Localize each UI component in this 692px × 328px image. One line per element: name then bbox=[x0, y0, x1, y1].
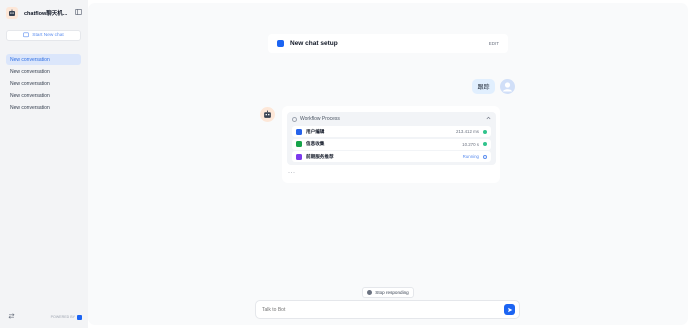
conversation-item[interactable]: New conversation bbox=[6, 91, 81, 102]
message-input[interactable] bbox=[262, 306, 504, 313]
workflow-node[interactable]: 前期服务推荐 Running bbox=[292, 151, 491, 162]
send-icon bbox=[507, 307, 512, 312]
llm-node-icon bbox=[296, 141, 302, 147]
powered-by: POWERED BY bbox=[50, 314, 82, 320]
bot-answer: Workflow Process 用户编辑 213.412 ms 信息收集 10… bbox=[282, 106, 500, 183]
node-running-status: Running bbox=[462, 154, 479, 159]
stop-responding-label: Stop responding bbox=[375, 290, 409, 295]
conversation-label: New conversation bbox=[10, 80, 50, 87]
app-brand: chatflow聊天机... bbox=[6, 7, 82, 19]
workflow-process: Workflow Process 用户编辑 213.412 ms 信息收集 10… bbox=[287, 112, 496, 165]
conversation-list: New conversation New conversation New co… bbox=[6, 54, 81, 115]
app-name: chatflow聊天机... bbox=[24, 11, 68, 17]
chat-setup-card: New chat setup EDIT bbox=[268, 34, 508, 53]
bot-avatar bbox=[260, 107, 275, 122]
node-duration: 10.270 s bbox=[462, 141, 479, 147]
sidebar-footer: POWERED BY bbox=[8, 313, 82, 321]
chat-panel: New chat setup EDIT 跟踪 Workflow Process … bbox=[88, 3, 688, 325]
stop-icon bbox=[367, 290, 373, 295]
sidebar: chatflow聊天机... Start New chat New conver… bbox=[0, 0, 88, 328]
sidebar-toggle-icon[interactable] bbox=[75, 9, 82, 17]
conversation-item[interactable]: New conversation bbox=[6, 66, 81, 77]
start-new-chat-button[interactable]: Start New chat bbox=[6, 30, 81, 41]
platform-logo-icon bbox=[77, 314, 82, 320]
loading-spinner-icon bbox=[292, 116, 297, 122]
stop-responding-button[interactable]: Stop responding bbox=[362, 287, 414, 298]
start-new-chat-label: Start New chat bbox=[32, 33, 64, 38]
chat-plus-icon bbox=[23, 32, 30, 40]
chevron-up-icon[interactable] bbox=[486, 116, 491, 122]
conversation-item[interactable]: New conversation bbox=[6, 103, 81, 114]
success-status-icon bbox=[483, 129, 487, 134]
switch-icon[interactable] bbox=[8, 313, 15, 321]
powered-by-label: POWERED BY bbox=[50, 315, 75, 319]
conversation-item[interactable]: New conversation bbox=[6, 54, 81, 65]
message-composer bbox=[255, 300, 520, 319]
workflow-header[interactable]: Workflow Process bbox=[287, 112, 496, 126]
user-message: 跟踪 bbox=[472, 79, 495, 94]
code-node-icon bbox=[296, 153, 302, 160]
conversation-label: New conversation bbox=[10, 93, 50, 100]
user-avatar bbox=[500, 79, 515, 94]
workflow-title: Workflow Process bbox=[300, 116, 340, 122]
running-status-icon bbox=[483, 154, 487, 159]
node-name: 用户编辑 bbox=[306, 128, 325, 134]
conversation-label: New conversation bbox=[10, 105, 50, 112]
setup-icon bbox=[277, 40, 284, 47]
workflow-node[interactable]: 信息收集 10.270 s bbox=[292, 138, 491, 150]
node-name: 前期服务推荐 bbox=[306, 153, 334, 159]
typing-indicator: ··· bbox=[288, 170, 296, 176]
conversation-item[interactable]: New conversation bbox=[6, 78, 81, 89]
edit-setup-button[interactable]: EDIT bbox=[489, 41, 499, 46]
bot-logo-icon bbox=[6, 7, 18, 19]
conversation-label: New conversation bbox=[10, 68, 50, 75]
workflow-node[interactable]: 用户编辑 213.412 ms bbox=[292, 126, 491, 137]
start-node-icon bbox=[296, 128, 302, 135]
node-duration: 213.412 ms bbox=[456, 129, 479, 134]
send-button[interactable] bbox=[504, 304, 515, 315]
conversation-label: New conversation bbox=[10, 56, 50, 63]
success-status-icon bbox=[483, 142, 487, 146]
node-name: 信息收集 bbox=[306, 141, 325, 146]
setup-title: New chat setup bbox=[290, 40, 338, 47]
